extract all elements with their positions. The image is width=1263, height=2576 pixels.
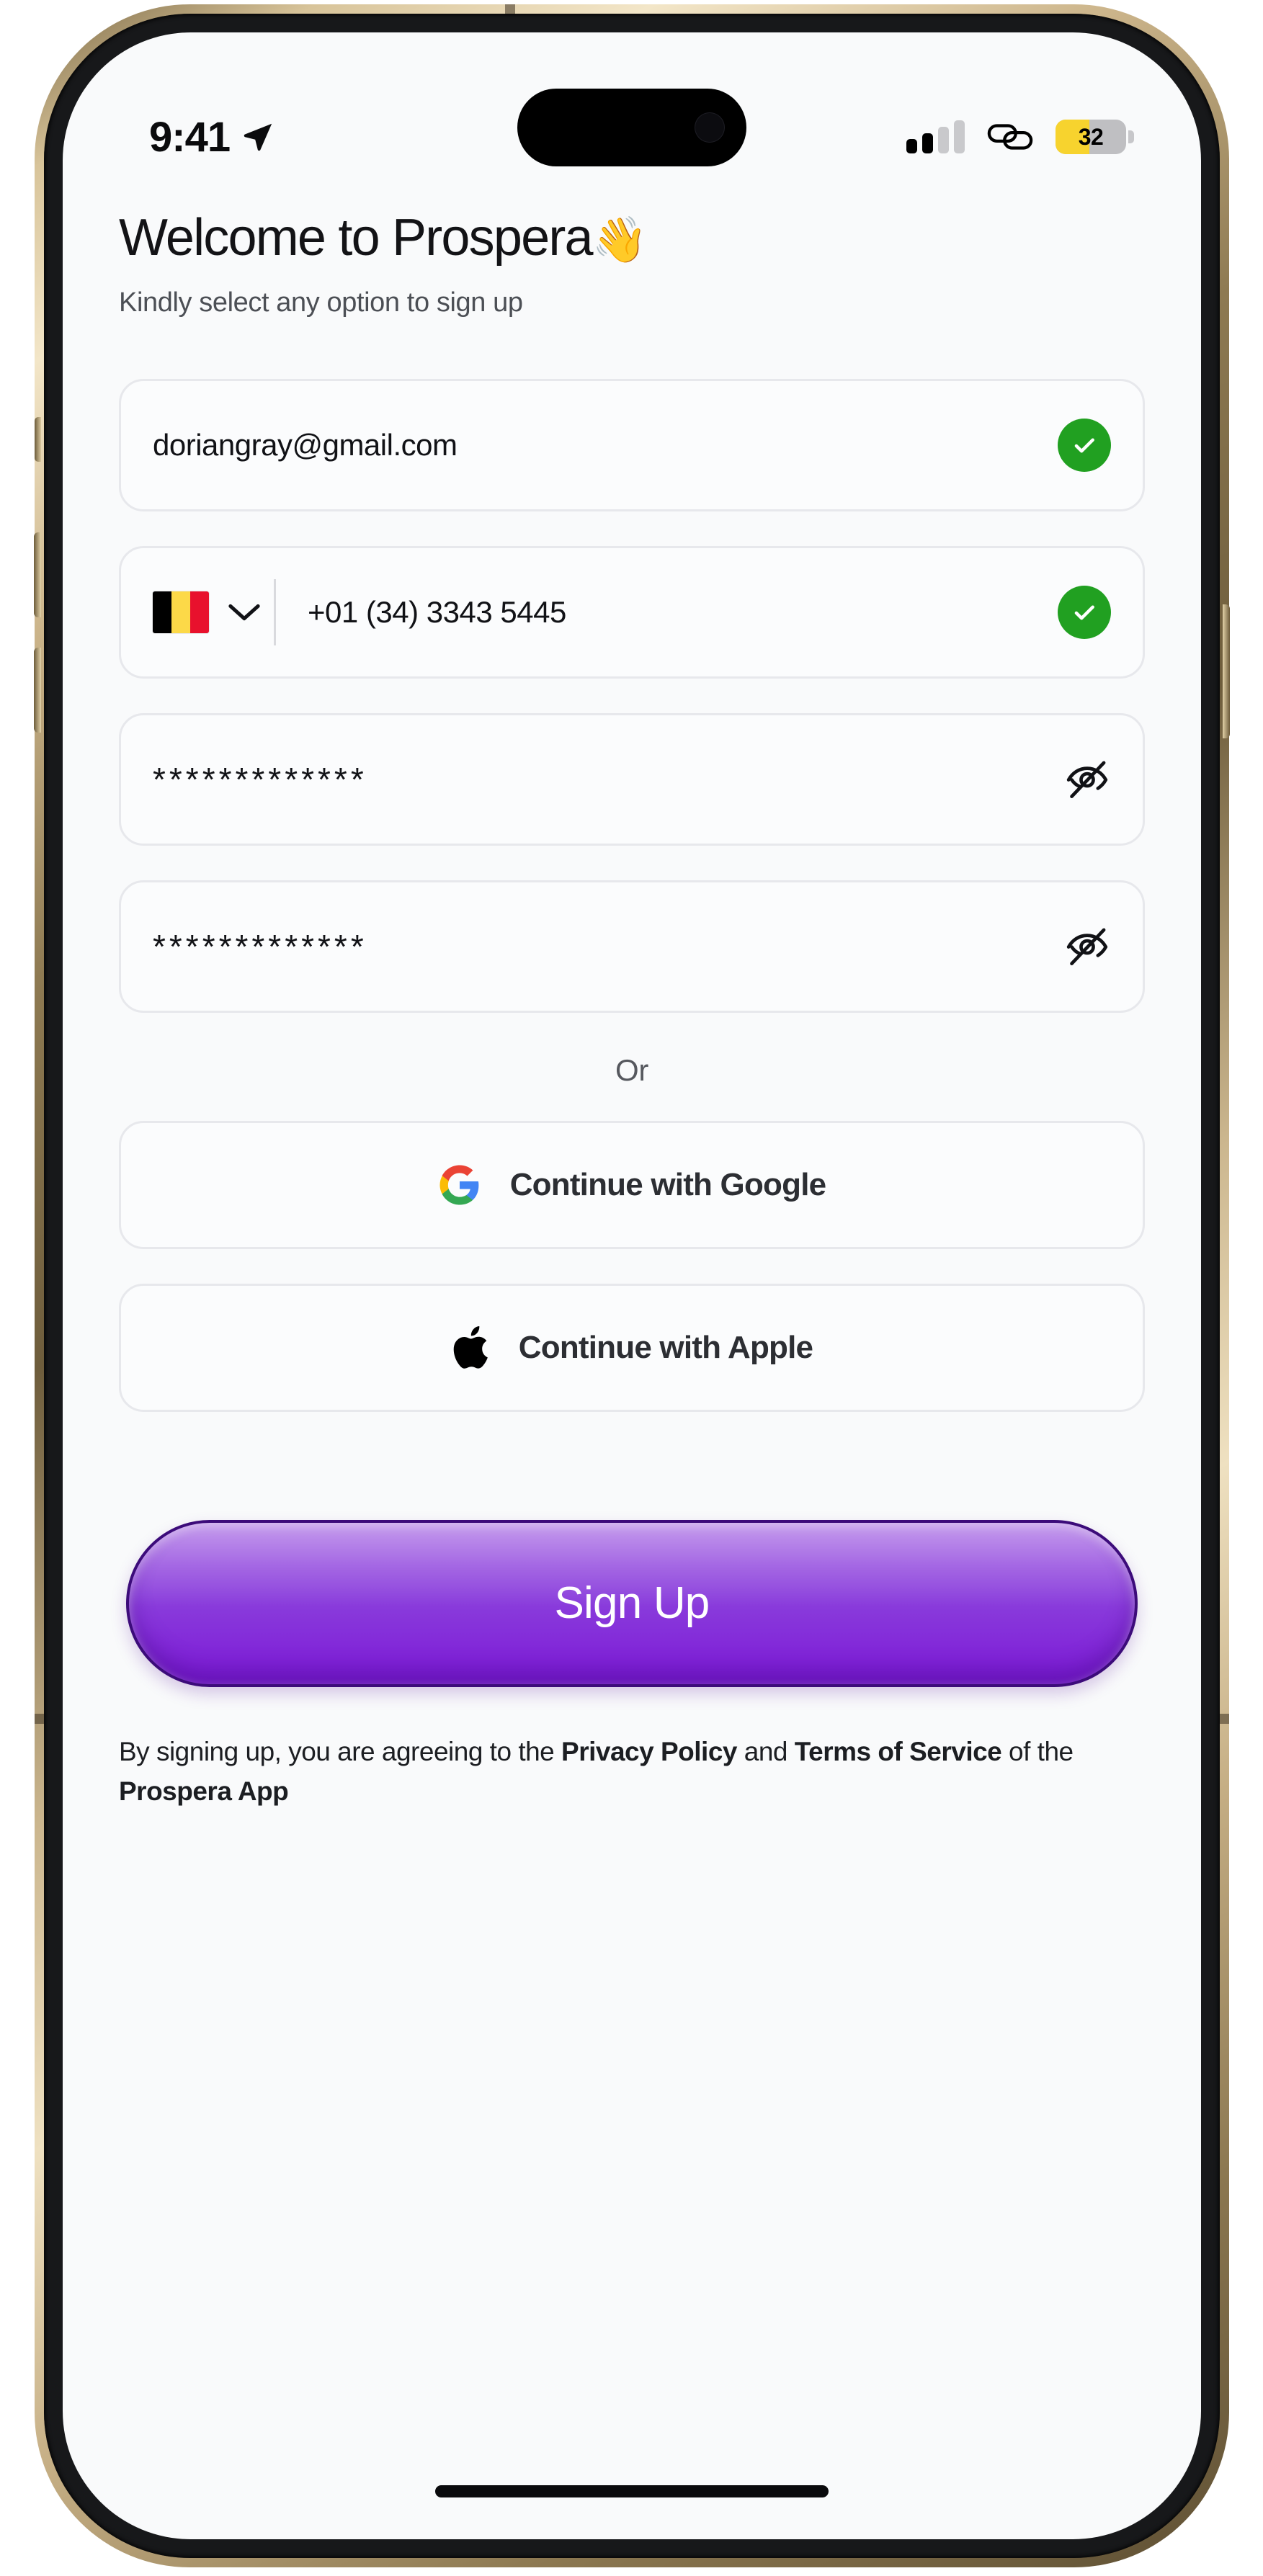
home-indicator[interactable] xyxy=(435,2485,829,2497)
country-code-selector[interactable] xyxy=(153,591,261,633)
continue-with-google-button[interactable]: Continue with Google xyxy=(119,1120,1145,1249)
antenna-band-top xyxy=(505,4,515,14)
continue-with-apple-button[interactable]: Continue with Apple xyxy=(119,1283,1145,1412)
silent-switch-button[interactable] xyxy=(35,417,41,462)
chevron-down-icon[interactable] xyxy=(228,601,261,623)
front-camera-icon xyxy=(695,112,725,143)
phone-screen: 9:41 32 Welcome to Prospera👋 Kindly sele… xyxy=(63,32,1201,2539)
signup-cta-wrap: Sign Up xyxy=(119,1519,1145,1687)
antenna-band-bottom-left xyxy=(35,1714,44,1724)
battery-icon: 32 xyxy=(1056,120,1134,154)
status-icons-group: 32 xyxy=(906,120,1134,154)
email-field-value: doriangray@gmail.com xyxy=(153,427,458,462)
waving-hand-emoji: 👋 xyxy=(592,215,648,265)
eye-off-icon[interactable] xyxy=(1063,759,1111,800)
phone-field[interactable]: +01 (34) 3343 5445 xyxy=(119,545,1145,679)
google-logo-icon xyxy=(439,1165,479,1205)
battery-cap xyxy=(1128,130,1134,143)
status-time-group: 9:41 xyxy=(149,113,275,161)
screenshot-stage: 9:41 32 Welcome to Prospera👋 Kindly sele… xyxy=(0,0,1263,2576)
sign-up-button-label: Sign Up xyxy=(554,1578,710,1629)
antenna-band-bottom-right xyxy=(1220,1714,1229,1724)
field-divider xyxy=(274,578,276,645)
page-subtitle: Kindly select any option to sign up xyxy=(119,287,523,318)
power-button[interactable] xyxy=(1223,604,1230,738)
page-title-text: Welcome to Prospera xyxy=(119,209,594,267)
form-fields: doriangray@gmail.com +01 (34) 3343 5445 … xyxy=(119,378,1145,1013)
legal-agreement-text: By signing up, you are agreeing to the P… xyxy=(119,1732,1145,1812)
location-arrow-icon xyxy=(244,123,272,151)
page-title: Welcome to Prospera👋 xyxy=(119,209,1145,267)
phone-frame: 9:41 32 Welcome to Prospera👋 Kindly sele… xyxy=(34,4,1230,2567)
signup-content: Welcome to Prospera👋 Kindly select any o… xyxy=(63,209,1201,1812)
confirm-password-field[interactable]: ************* xyxy=(119,880,1145,1013)
email-valid-check-circle-icon xyxy=(1058,418,1111,472)
sign-up-button[interactable]: Sign Up xyxy=(126,1519,1138,1687)
legal-prefix: By signing up, you are agreeing to the xyxy=(119,1736,562,1766)
cellular-signal-icon xyxy=(906,120,965,153)
dynamic-island xyxy=(517,89,746,166)
volume-down-button[interactable] xyxy=(34,648,41,733)
password-field-value: ************* xyxy=(153,760,367,798)
eye-off-icon[interactable] xyxy=(1063,926,1111,967)
or-divider-label: Or xyxy=(615,1052,649,1087)
link-chain-icon xyxy=(987,124,1033,150)
phone-valid-check-circle-icon xyxy=(1058,585,1111,639)
password-field[interactable]: ************* xyxy=(119,712,1145,846)
social-signin-buttons: Continue with Google Continue with Apple xyxy=(119,1120,1145,1412)
volume-up-button[interactable] xyxy=(34,532,41,617)
phone-field-value: +01 (34) 3343 5445 xyxy=(308,594,566,629)
phone-bezel: 9:41 32 Welcome to Prospera👋 Kindly sele… xyxy=(34,4,1230,2558)
email-field[interactable]: doriangray@gmail.com xyxy=(119,378,1145,511)
status-time-label: 9:41 xyxy=(149,113,231,161)
confirm-password-field-value: ************* xyxy=(153,927,367,965)
app-name-label: Prospera App xyxy=(119,1776,289,1807)
legal-conjunction: and xyxy=(737,1736,795,1766)
legal-middle: of the xyxy=(1001,1736,1074,1766)
battery-level-label: 32 xyxy=(1078,123,1104,150)
status-bar: 9:41 32 xyxy=(63,32,1201,198)
terms-of-service-link[interactable]: Terms of Service xyxy=(795,1737,1002,1766)
apple-logo-icon xyxy=(453,1325,488,1369)
continue-with-google-label: Continue with Google xyxy=(509,1166,826,1202)
belgium-flag-icon xyxy=(153,591,209,633)
privacy-policy-link[interactable]: Privacy Policy xyxy=(561,1737,737,1766)
continue-with-apple-label: Continue with Apple xyxy=(518,1329,813,1365)
